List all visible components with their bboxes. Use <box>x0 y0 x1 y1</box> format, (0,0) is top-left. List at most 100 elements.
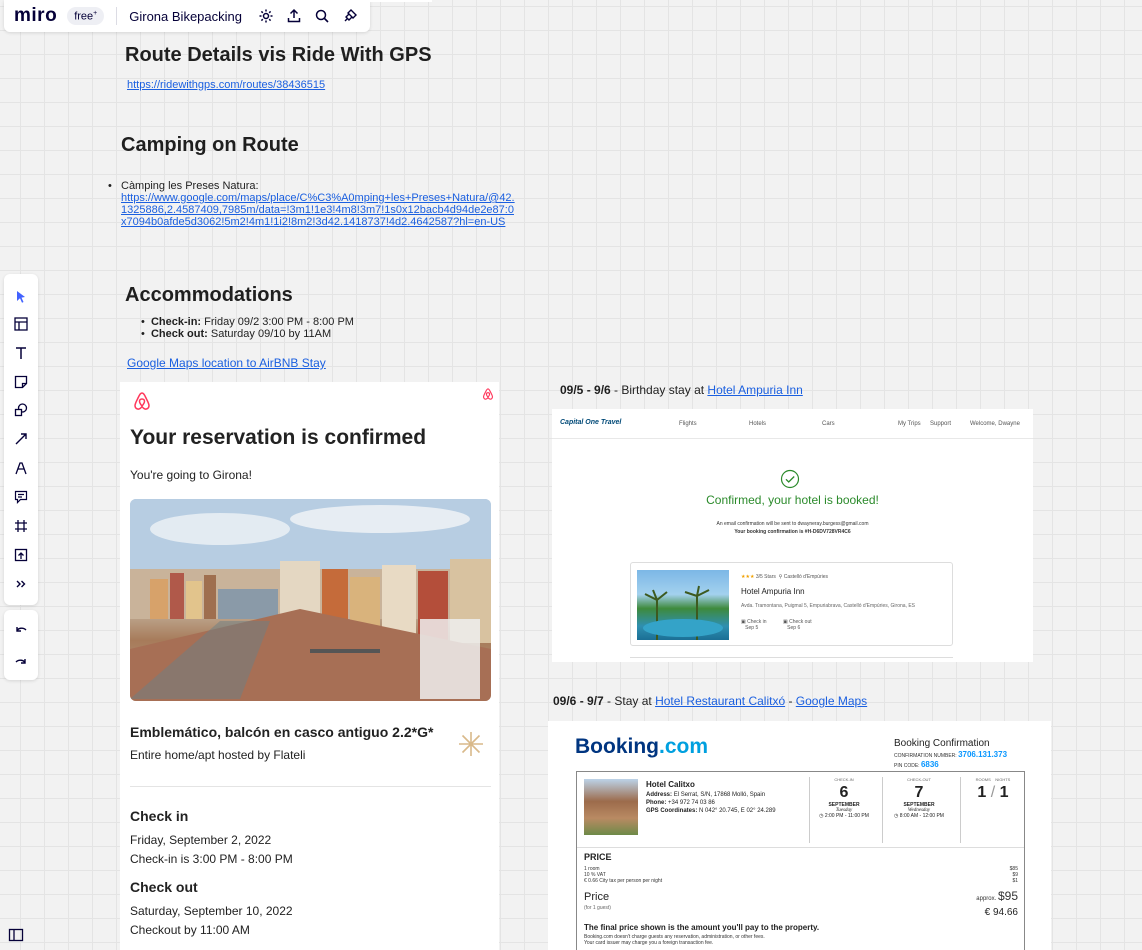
top-bar: miro free+ Girona Bikepacking <box>4 0 370 32</box>
star-icon: ★★★ <box>741 574 755 580</box>
hotel-name: Hotel Ampuria Inn <box>741 587 805 596</box>
confirmation-note: Your booking confirmation is #H-D6DV728V… <box>734 529 851 535</box>
check-circle-icon <box>780 469 800 494</box>
accommodations-title[interactable]: Accommodations <box>125 284 293 307</box>
select-tool-icon[interactable] <box>11 287 31 307</box>
capital-one-logo: Capital One Travel <box>560 419 622 426</box>
email-note: An email confirmation will be sent to dw… <box>716 521 869 527</box>
airbnb-confirmation-image[interactable]: Your reservation is confirmed You're goi… <box>120 382 499 950</box>
camping-list: • Càmping les Preses Natura: https://www… <box>108 180 515 228</box>
price-heading: PRICE <box>584 852 612 862</box>
capital-one-confirmation-image[interactable]: Capital One Travel Flights Hotels Cars M… <box>552 409 1033 662</box>
hotel-phone: Phone: +34 972 74 03 86 <box>646 800 715 806</box>
sticky-note-icon[interactable] <box>11 372 31 392</box>
listing-photo <box>130 499 491 701</box>
hotel-rating: ★★★ 3/5 Stars ⚲ Castelló d'Empúries <box>741 574 829 580</box>
final-price-note: The final price shown is the amount you'… <box>584 923 820 932</box>
checkin-info: ▣ Check in Sep 5 <box>741 619 767 631</box>
hotel-calitxo-link[interactable]: Hotel Restaurant Calitxó <box>655 694 785 708</box>
nav-flights: Flights <box>679 421 697 427</box>
upload-icon[interactable] <box>286 8 302 24</box>
checkin-column: CHECK-IN 6 SEPTEMBER Tuesday ◷ 2:00 PM -… <box>819 777 869 819</box>
camping-link-line-3[interactable]: x7094b0afde5d3062!5m2!4m1!1i2!8m2!3d42.1… <box>121 216 515 228</box>
shapes-icon[interactable] <box>11 400 31 420</box>
booking-heading: Booking Confirmation <box>894 738 990 749</box>
booking-confirmation-image[interactable]: Booking.com Booking Confirmation CONFIRM… <box>548 721 1051 950</box>
board-name[interactable]: Girona Bikepacking <box>129 9 242 24</box>
connector-line-icon[interactable] <box>11 429 31 449</box>
divider <box>630 657 953 658</box>
frame-icon[interactable] <box>11 516 31 536</box>
nav-my-trips: My Trips <box>898 421 921 427</box>
hotel-photo <box>584 779 638 835</box>
plus-mark: + <box>93 9 98 17</box>
upload-tool-icon[interactable] <box>11 545 31 565</box>
airbnb-maps-link[interactable]: Google Maps location to AirBNB Stay <box>127 356 326 370</box>
hotel-address: Avda. Tramontana, Puigmal 5, Empuriabrav… <box>741 603 916 609</box>
listing-name: Emblemático, balcón en casco antiguo 2.2… <box>130 724 434 740</box>
search-icon[interactable] <box>314 8 330 24</box>
booking-logo: Booking.com <box>575 735 709 758</box>
integrations-icon[interactable] <box>342 8 358 24</box>
listing-host: Entire home/apt hosted by Flateli <box>130 748 306 762</box>
divider <box>130 786 491 787</box>
divider <box>577 847 1024 848</box>
confirmation-number: CONFIRMATION NUMBER: 3706.131.373 <box>894 750 1008 759</box>
divider <box>116 7 118 25</box>
checkout-info: ▣ Check out Sep 6 <box>783 619 812 631</box>
reservation-subtitle: You're going to Girona! <box>130 468 252 482</box>
divider <box>809 777 810 843</box>
redo-icon[interactable] <box>11 652 31 672</box>
top-bar-edge <box>370 0 432 2</box>
camping-title[interactable]: Camping on Route <box>121 134 299 157</box>
checkout-date: Saturday, September 10, 2022 <box>130 904 293 918</box>
camping-item-name: Càmping les Preses Natura: <box>121 180 259 192</box>
price-line-label: € 0.66 City tax per person per night <box>584 878 663 884</box>
capital-one-nav: Capital One Travel Flights Hotels Cars M… <box>552 409 1033 439</box>
stay2-label[interactable]: 09/6 - 9/7 - Stay at Hotel Restaurant Ca… <box>553 694 867 708</box>
airbnb-logo-icon <box>131 390 153 417</box>
top-bar-actions <box>258 8 358 24</box>
hotel-booked-title: Confirmed, your hotel is booked! <box>706 493 879 507</box>
route-link[interactable]: https://ridewithgps.com/routes/38436515 <box>127 79 325 91</box>
clock-icon: ◷ <box>894 813 899 819</box>
pin-code: PIN CODE: 6836 <box>894 760 939 769</box>
rooms-nights-column: ROOMS NIGHTS 1 / 1 <box>975 777 1011 801</box>
camping-link-line-2[interactable]: 1325886,2.4587409,7985m/data=!3m1!1e3!4m… <box>121 204 515 216</box>
nav-support: Support <box>930 421 952 427</box>
airbnb-small-logo-icon <box>481 387 495 406</box>
hotel-gps: GPS Coordinates: N 042° 20.745, E 02° 24… <box>646 808 776 814</box>
card-note: Your card issuer may charge you a foreig… <box>584 940 714 946</box>
plan-badge[interactable]: free+ <box>67 6 105 26</box>
camping-link-line-1[interactable]: https://www.google.com/maps/place/C%C3%A… <box>121 192 515 204</box>
checkin-date: Friday, September 2, 2022 <box>130 833 272 847</box>
reservation-title: Your reservation is confirmed <box>130 426 427 449</box>
price-line-value: $1 <box>1012 878 1018 884</box>
hotel-name: Hotel Calitxo <box>646 780 695 789</box>
price-guest-note: (for 1 guest) <box>584 905 611 911</box>
checkout-heading: Check out <box>130 879 198 895</box>
stay1-label[interactable]: 09/5 - 9/6 - Birthday stay at Hotel Ampu… <box>560 383 803 397</box>
undo-icon[interactable] <box>11 620 31 640</box>
panel-toggle-icon[interactable] <box>8 927 24 948</box>
bullet: • <box>108 180 112 192</box>
text-tool-icon[interactable] <box>11 343 31 363</box>
checkout-column: CHECK-OUT 7 SEPTEMBER Wednesday ◷ 8:00 A… <box>894 777 944 819</box>
pin-icon: ⚲ <box>778 574 783 580</box>
pen-icon[interactable] <box>11 458 31 478</box>
more-tools-icon[interactable] <box>11 574 31 594</box>
checkin-time: Check-in is 3:00 PM - 8:00 PM <box>130 852 293 866</box>
booking-details: Hotel Calitxo Address: El Serrat, S/N, 1… <box>576 771 1025 950</box>
hotel-ampuria-link[interactable]: Hotel Ampuria Inn <box>707 383 802 397</box>
price-label: Price <box>584 891 610 903</box>
hotel-summary-card: ★★★ 3/5 Stars ⚲ Castelló d'Empúries Hote… <box>630 562 953 646</box>
route-title[interactable]: Route Details vis Ride With GPS <box>125 44 432 67</box>
google-maps-link[interactable]: Google Maps <box>796 694 867 708</box>
hotel-photo <box>637 570 729 640</box>
templates-icon[interactable] <box>11 314 31 334</box>
comment-icon[interactable] <box>11 487 31 507</box>
nav-welcome: Welcome, Dwayne <box>970 421 1020 427</box>
miro-logo[interactable]: miro <box>14 5 57 27</box>
accommodation-dates: • Check-in: Friday 09/2 3:00 PM - 8:00 P… <box>141 316 354 340</box>
settings-icon[interactable] <box>258 8 274 24</box>
